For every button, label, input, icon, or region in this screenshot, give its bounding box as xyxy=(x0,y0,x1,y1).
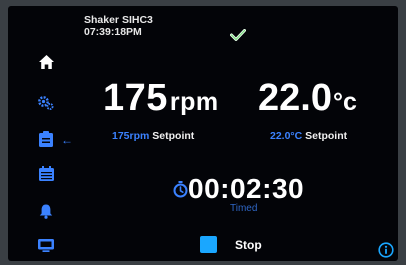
speed-setpoint-label: Setpoint xyxy=(152,130,195,142)
device-info: Shaker SIHC3 07:39:18PM xyxy=(84,14,153,38)
speed-unit: rpm xyxy=(169,88,219,116)
stop-icon xyxy=(200,236,217,253)
temperature-setpoint-label: Setpoint xyxy=(305,130,348,142)
speed-setpoint-value: 175rpm xyxy=(112,130,150,142)
status-indicator xyxy=(230,28,246,46)
home-icon xyxy=(38,55,54,69)
device-name: Shaker SIHC3 xyxy=(84,14,153,26)
stopwatch-icon xyxy=(173,180,188,197)
nav-program[interactable] xyxy=(36,129,56,149)
info-icon xyxy=(378,242,394,258)
timer-readout[interactable]: 00:02:30 xyxy=(173,174,304,204)
nav-home[interactable] xyxy=(36,52,56,72)
temperature-setpoint-value: 22.0°C xyxy=(270,130,303,142)
active-nav-arrow: ← xyxy=(61,133,73,147)
temperature-setpoint[interactable]: 22.0°C Setpoint xyxy=(270,130,347,142)
stop-label: Stop xyxy=(235,237,262,252)
bell-icon xyxy=(39,204,53,219)
nav-display[interactable] xyxy=(36,235,56,255)
nav-calendar[interactable] xyxy=(36,163,56,183)
clock: 07:39:18PM xyxy=(84,26,142,38)
clipboard-icon xyxy=(39,131,53,147)
temperature-unit: °c xyxy=(332,88,357,116)
temperature-readout[interactable]: 22.0°c xyxy=(258,78,357,122)
check-icon xyxy=(230,29,246,41)
sidebar: ← xyxy=(8,6,73,261)
nav-settings[interactable] xyxy=(36,93,56,113)
speed-value: 175 xyxy=(103,77,168,119)
temperature-value: 22.0 xyxy=(258,77,332,119)
timer-mode: Timed xyxy=(230,203,258,214)
speed-readout[interactable]: 175rpm xyxy=(103,78,219,122)
gears-icon xyxy=(38,96,54,110)
nav-alarm[interactable] xyxy=(36,201,56,221)
timer-value: 00:02:30 xyxy=(188,173,305,204)
speed-setpoint[interactable]: 175rpm Setpoint xyxy=(112,130,194,142)
calendar-icon xyxy=(38,165,54,181)
stop-button[interactable]: Stop xyxy=(200,236,262,253)
device-screen: ← Shaker SIHC3 07:39:18PM 175rpm 175rpm … xyxy=(8,6,398,261)
info-button[interactable] xyxy=(378,242,394,261)
monitor-icon xyxy=(38,238,54,252)
